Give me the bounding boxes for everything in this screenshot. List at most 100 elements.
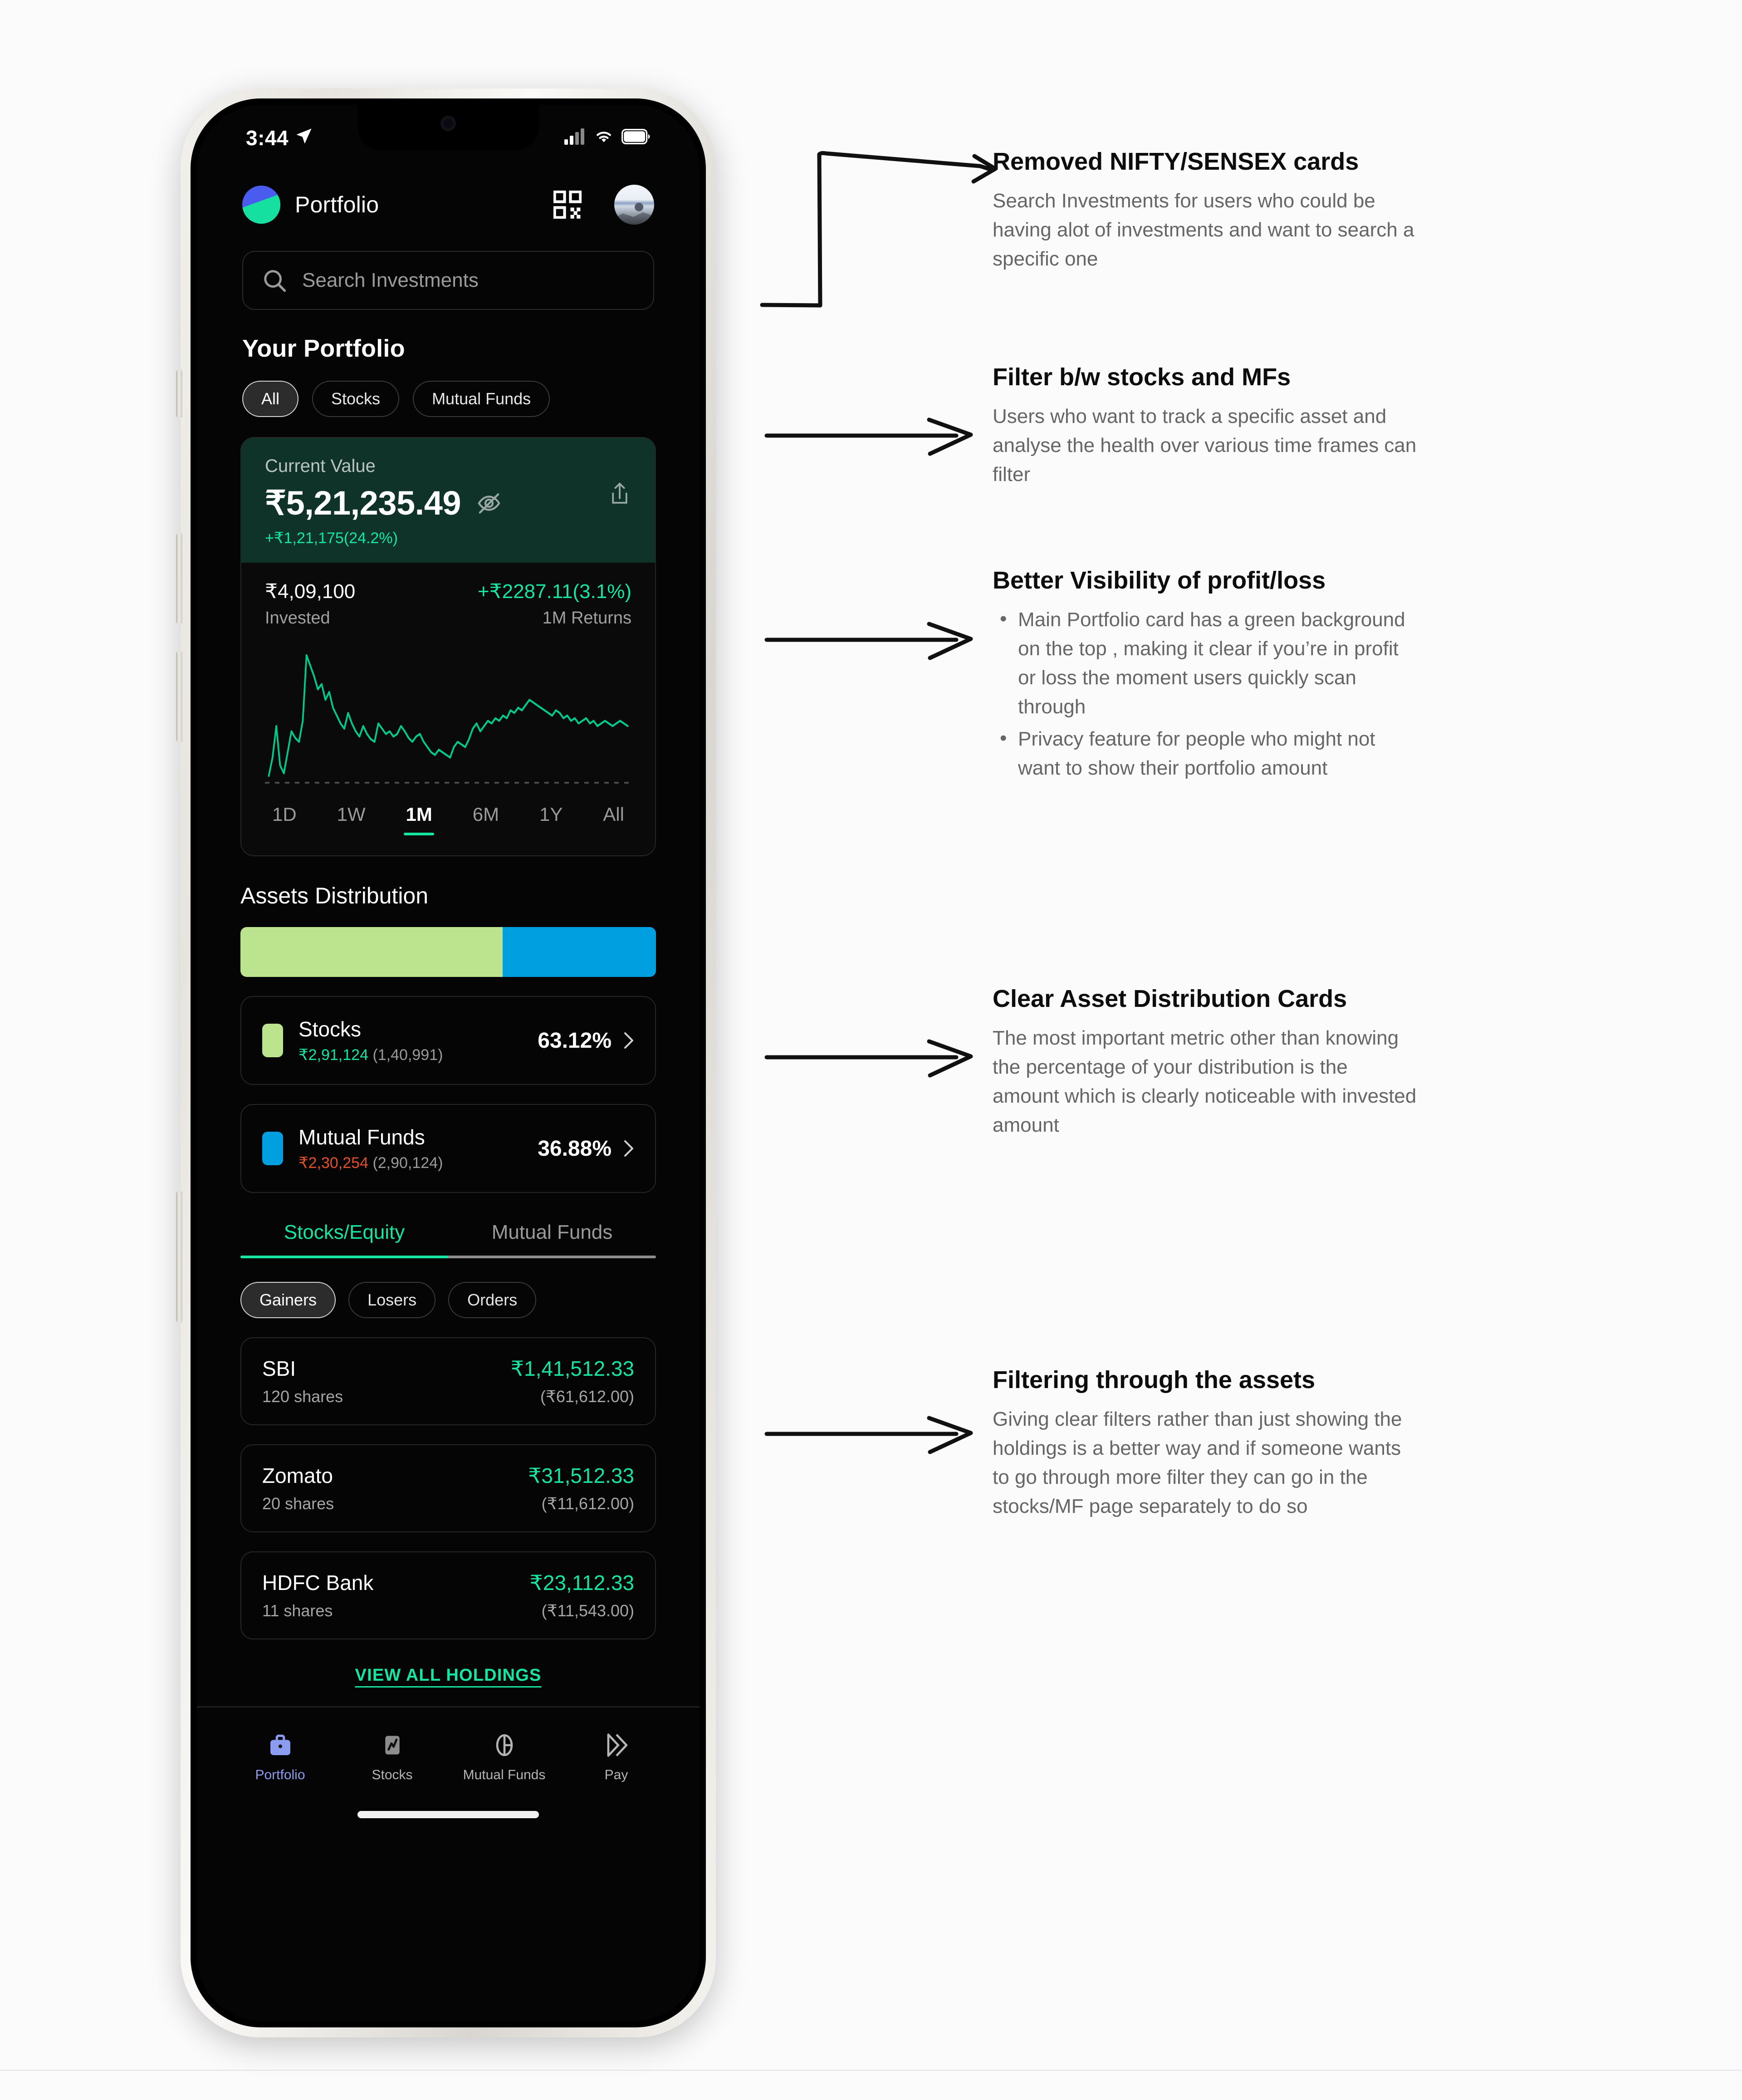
phone-power-button[interactable]	[176, 1191, 182, 1323]
chip-stocks[interactable]: Stocks	[312, 381, 400, 417]
status-bar: 3:44	[197, 105, 700, 173]
mutual-funds-name: Mutual Funds	[298, 1125, 425, 1149]
invested-returns-labels: Invested 1M Returns	[265, 608, 631, 628]
phone-volume-up-button[interactable]	[176, 533, 182, 624]
returns-amount: +₹2287.11(3.1%)	[477, 580, 631, 603]
phone-mute-switch[interactable]	[176, 370, 182, 418]
stocks-percent: 63.12%	[538, 1028, 612, 1053]
annotation-bullet-list: Main Portfolio card has a green backgrou…	[993, 604, 1419, 783]
chip-all[interactable]: All	[242, 381, 299, 417]
battery-icon	[621, 129, 651, 147]
tab-portfolio[interactable]: Portfolio	[224, 1727, 336, 1783]
mutual-funds-color-swatch	[262, 1132, 283, 1165]
holding-value: ₹31,512.33	[528, 1464, 634, 1487]
annotation-filter-stocks-mfs: Filter b/w stocks and MFs Users who want…	[993, 363, 1419, 489]
chip-mutual-funds[interactable]: Mutual Funds	[413, 381, 550, 417]
stock-chart-icon	[336, 1727, 448, 1763]
view-all-holdings-link[interactable]: VIEW ALL HOLDINGS	[197, 1666, 700, 1685]
holding-primary-row: SBI ₹1,41,512.33	[262, 1356, 634, 1381]
range-6m[interactable]: 6M	[473, 804, 499, 835]
search-placeholder: Search Investments	[302, 269, 479, 291]
share-icon[interactable]	[609, 481, 631, 507]
holding-value: ₹1,41,512.33	[510, 1357, 634, 1380]
current-value-label: Current Value	[265, 456, 376, 476]
holding-shares: 11 shares	[262, 1601, 333, 1620]
holding-invested: (₹11,543.00)	[541, 1601, 634, 1620]
holding-invested: (₹11,612.00)	[541, 1494, 634, 1513]
tab-stocks-label: Stocks	[372, 1767, 413, 1782]
annotation-body: Users who want to track a specific asset…	[993, 405, 1417, 486]
tab-stocks-equity[interactable]: Stocks/Equity	[240, 1221, 448, 1256]
view-all-holdings-label: VIEW ALL HOLDINGS	[355, 1666, 542, 1685]
holding-invested: (₹61,612.00)	[540, 1387, 634, 1406]
holding-row[interactable]: HDFC Bank ₹23,112.33 11 shares (₹11,543.…	[240, 1551, 656, 1639]
range-1y[interactable]: 1Y	[539, 804, 563, 835]
annotation-title: Filtering through the assets	[993, 1366, 1316, 1393]
assets-distribution-heading: Assets Distribution	[240, 883, 429, 908]
annotation-profit-loss-visibility: Better Visibility of profit/loss Main Po…	[993, 566, 1419, 785]
current-value-amount: ₹5,21,235.49	[265, 484, 461, 522]
chip-losers[interactable]: Losers	[348, 1282, 436, 1318]
range-all[interactable]: All	[603, 804, 624, 835]
holdings-tab-indicator	[240, 1256, 656, 1258]
annotation-title: Better Visibility of profit/loss	[993, 567, 1326, 594]
tab-portfolio-label: Portfolio	[255, 1767, 305, 1782]
invested-amount: ₹4,09,100	[265, 580, 356, 603]
eye-off-icon[interactable]	[476, 491, 502, 516]
annotation-bullet: Main Portfolio card has a green backgrou…	[993, 604, 1419, 722]
qr-code-icon[interactable]	[553, 190, 582, 219]
chevron-right-icon	[623, 1031, 634, 1050]
holding-row[interactable]: SBI ₹1,41,512.33 120 shares (₹61,612.00)	[240, 1337, 656, 1425]
range-1d[interactable]: 1D	[272, 804, 297, 835]
double-chevron-icon	[560, 1727, 672, 1763]
app-logo-icon	[242, 186, 280, 224]
range-1w[interactable]: 1W	[337, 804, 366, 835]
holding-name: Zomato	[262, 1464, 333, 1487]
your-portfolio-heading: Your Portfolio	[242, 335, 405, 362]
portfolio-card-green-header: Current Value ₹5,21,235.49 +₹1,21,175(24…	[241, 438, 655, 563]
asset-card-mutual-funds[interactable]: Mutual Funds ₹2,30,254 (2,90,124) 36.88%	[240, 1104, 656, 1193]
holding-primary-row: HDFC Bank ₹23,112.33	[262, 1570, 634, 1595]
location-arrow-icon	[295, 126, 313, 150]
stocks-current-amount: ₹2,91,124	[298, 1046, 368, 1064]
range-1m[interactable]: 1M	[404, 804, 435, 835]
cellular-signal-icon	[564, 128, 586, 147]
tab-mutual-funds[interactable]: Mutual Funds	[448, 1727, 560, 1783]
mutual-funds-percent: 36.88%	[538, 1136, 612, 1161]
chip-gainers[interactable]: Gainers	[240, 1282, 336, 1318]
tab-pay-label: Pay	[604, 1767, 628, 1782]
phone-volume-down-button[interactable]	[176, 651, 182, 742]
status-bar-time-group: 3:44	[246, 126, 313, 150]
holding-secondary-row: 120 shares (₹61,612.00)	[262, 1387, 634, 1406]
page-bottom-divider	[0, 2070, 1742, 2071]
app-header: Portfolio	[197, 173, 700, 225]
annotation-bullet: Privacy feature for people who might not…	[993, 724, 1419, 783]
tab-mutual-funds[interactable]: Mutual Funds	[448, 1221, 656, 1256]
tab-stocks[interactable]: Stocks	[336, 1727, 448, 1783]
phone-screen: 3:44 Portfolio Search Investments Your P…	[197, 105, 700, 2021]
chevron-right-icon	[623, 1139, 634, 1158]
phone-notch	[357, 105, 539, 150]
annotation-filtering-assets: Filtering through the assets Giving clea…	[993, 1366, 1419, 1521]
assets-distribution-bar	[240, 927, 656, 977]
user-avatar[interactable]	[614, 185, 654, 225]
search-input[interactable]: Search Investments	[242, 251, 654, 310]
search-icon	[262, 268, 287, 293]
holding-shares: 20 shares	[262, 1494, 334, 1513]
chip-orders[interactable]: Orders	[448, 1282, 537, 1318]
holding-shares: 120 shares	[262, 1387, 343, 1406]
tab-pay[interactable]: Pay	[560, 1727, 672, 1783]
mutual-funds-invested-amount: (2,90,124)	[372, 1154, 443, 1172]
stocks-amounts: ₹2,91,124 (1,40,991)	[298, 1046, 538, 1064]
time-range-selector: 1D 1W 1M 6M 1Y All	[265, 784, 631, 855]
total-gain-value: +₹1,21,175(24.2%)	[265, 530, 398, 547]
annotation-body: Giving clear filters rather than just sh…	[993, 1408, 1402, 1518]
holding-name: SBI	[262, 1357, 296, 1380]
holding-name: HDFC Bank	[262, 1571, 374, 1595]
front-camera-icon	[440, 116, 456, 131]
annotation-title: Filter b/w stocks and MFs	[993, 363, 1291, 391]
holding-row[interactable]: Zomato ₹31,512.33 20 shares (₹11,612.00)	[240, 1444, 656, 1532]
asset-card-stocks[interactable]: Stocks ₹2,91,124 (1,40,991) 63.12%	[240, 996, 656, 1085]
phone-bezel: 3:44 Portfolio Search Investments Your P…	[191, 98, 706, 2027]
holdings-filter-group: Gainers Losers Orders	[240, 1282, 700, 1318]
